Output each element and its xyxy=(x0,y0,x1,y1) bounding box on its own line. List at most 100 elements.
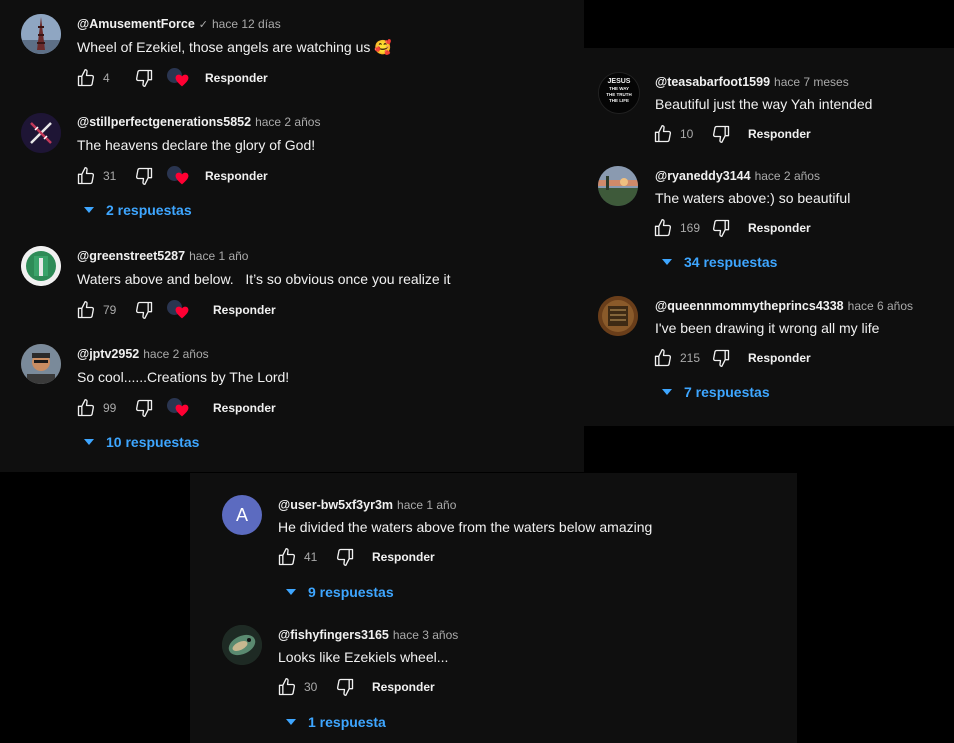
comment-actions: 31 Responder xyxy=(75,164,268,188)
timestamp[interactable]: hace 2 años xyxy=(755,169,820,183)
comment-header: @ryaneddy3144 hace 2 años xyxy=(655,168,820,184)
reply-button[interactable]: Responder xyxy=(372,550,435,564)
thumb-down-icon[interactable] xyxy=(710,347,732,369)
avatar[interactable]: A xyxy=(222,495,262,535)
reply-button[interactable]: Responder xyxy=(205,71,268,85)
comment-actions: 79 Responder xyxy=(75,298,276,322)
comment-thread: @queennmommytheprincs4338 hace 6 años I'v… xyxy=(584,285,954,426)
comment-thread: @stillperfectgenerations5852 hace 2 años … xyxy=(0,100,584,230)
thumb-up-icon[interactable] xyxy=(652,347,674,369)
view-replies-button[interactable]: 2 respuestas xyxy=(84,202,192,218)
comment-actions: 99 Responder xyxy=(75,396,276,420)
view-replies-button[interactable]: 34 respuestas xyxy=(662,254,777,270)
timestamp[interactable]: hace 1 año xyxy=(189,249,248,263)
timestamp[interactable]: hace 6 años xyxy=(848,299,913,313)
replies-label: 9 respuestas xyxy=(308,584,394,600)
timestamp[interactable]: hace 2 años xyxy=(143,347,208,361)
author-handle[interactable]: @stillperfectgenerations5852 xyxy=(77,115,251,129)
comment-header: @fishyfingers3165 hace 3 años xyxy=(278,627,458,643)
comment-header: @teasabarfoot1599 hace 7 meses xyxy=(655,74,849,90)
thumb-up-icon[interactable] xyxy=(276,546,298,568)
thumb-up-icon[interactable] xyxy=(276,676,298,698)
avatar[interactable] xyxy=(21,246,61,286)
avatar-sunset-landscape-image xyxy=(598,166,638,206)
thumb-down-icon[interactable] xyxy=(710,123,732,145)
author-handle[interactable]: @greenstreet5287 xyxy=(77,249,185,263)
reply-button[interactable]: Responder xyxy=(213,401,276,415)
avatar[interactable]: JESUS THE WAY THE TRUTH THE LIFE xyxy=(598,72,640,114)
reply-button[interactable]: Responder xyxy=(748,351,811,365)
triangle-down-icon xyxy=(662,259,672,265)
avatar-person-image xyxy=(21,344,61,384)
comment-actions: 30 Responder xyxy=(276,675,435,699)
thumb-up-icon[interactable] xyxy=(652,217,674,239)
comment-header: @jptv2952 hace 2 años xyxy=(77,346,209,362)
like-count: 41 xyxy=(304,550,318,564)
author-handle[interactable]: @fishyfingers3165 xyxy=(278,628,389,642)
comments-panel-right: JESUS THE WAY THE TRUTH THE LIFE @teasab… xyxy=(584,48,954,426)
replies-label: 2 respuestas xyxy=(106,202,192,218)
comment-header: @queennmommytheprincs4338 hace 6 años xyxy=(655,298,913,314)
avatar[interactable] xyxy=(222,625,262,665)
triangle-down-icon xyxy=(662,389,672,395)
view-replies-button[interactable]: 1 respuesta xyxy=(286,714,386,730)
avatar[interactable] xyxy=(21,113,61,153)
view-replies-button[interactable]: 10 respuestas xyxy=(84,434,199,450)
author-handle[interactable]: @user-bw5xf3yr3m xyxy=(278,498,393,512)
creator-heart-icon xyxy=(167,299,191,321)
author-handle[interactable]: @ryaneddy3144 xyxy=(655,169,751,183)
comment-actions: 41 Responder xyxy=(276,545,435,569)
replies-label: 7 respuestas xyxy=(684,384,770,400)
thumb-up-icon[interactable] xyxy=(652,123,674,145)
thumb-down-icon[interactable] xyxy=(334,676,356,698)
thumb-down-icon[interactable] xyxy=(133,165,155,187)
reply-button[interactable]: Responder xyxy=(748,221,811,235)
avatar-text-line: THE LIFE xyxy=(609,98,629,103)
view-replies-button[interactable]: 9 respuestas xyxy=(286,584,394,600)
reply-button[interactable]: Responder xyxy=(372,680,435,694)
comment-header: @stillperfectgenerations5852 hace 2 años xyxy=(77,114,320,130)
timestamp[interactable]: hace 1 año xyxy=(397,498,456,512)
comment-text: He divided the waters above from the wat… xyxy=(278,519,653,535)
thumb-down-icon[interactable] xyxy=(133,397,155,419)
comment-text: I've been drawing it wrong all my life xyxy=(655,320,880,336)
view-replies-button[interactable]: 7 respuestas xyxy=(662,384,770,400)
avatar[interactable] xyxy=(21,14,61,54)
triangle-down-icon xyxy=(84,207,94,213)
thumb-down-icon[interactable] xyxy=(133,299,155,321)
comment-text: Wheel of Ezekiel, those angels are watch… xyxy=(77,39,392,55)
reply-button[interactable]: Responder xyxy=(205,169,268,183)
creator-heart-icon xyxy=(167,67,191,89)
like-count: 169 xyxy=(680,221,701,235)
comment-header: @user-bw5xf3yr3m hace 1 año xyxy=(278,497,456,513)
author-handle[interactable]: @queennmommytheprincs4338 xyxy=(655,299,844,313)
avatar[interactable] xyxy=(598,296,638,336)
author-handle[interactable]: @teasabarfoot1599 xyxy=(655,75,770,89)
thumb-up-icon[interactable] xyxy=(75,165,97,187)
timestamp[interactable]: hace 12 días xyxy=(212,17,281,31)
reply-button[interactable]: Responder xyxy=(748,127,811,141)
thumb-down-icon[interactable] xyxy=(133,67,155,89)
thumb-up-icon[interactable] xyxy=(75,67,97,89)
thumb-up-icon[interactable] xyxy=(75,397,97,419)
timestamp[interactable]: hace 3 años xyxy=(393,628,458,642)
comment-thread: @ryaneddy3144 hace 2 años The waters abov… xyxy=(584,155,954,285)
thumb-down-icon[interactable] xyxy=(334,546,356,568)
comment-thread: @fishyfingers3165 hace 3 años Looks like … xyxy=(190,603,797,743)
avatar[interactable] xyxy=(21,344,61,384)
like-count: 99 xyxy=(103,401,117,415)
thumb-up-icon[interactable] xyxy=(75,299,97,321)
reply-button[interactable]: Responder xyxy=(213,303,276,317)
timestamp[interactable]: hace 7 meses xyxy=(774,75,849,89)
like-count: 31 xyxy=(103,169,117,183)
avatar-text-line: THE TRUTH xyxy=(606,92,632,97)
like-count: 4 xyxy=(103,71,110,85)
author-handle[interactable]: @jptv2952 xyxy=(77,347,139,361)
comments-panel-left: @AmusementForce ✓ hace 12 días Wheel of Ez… xyxy=(0,0,584,472)
like-count: 79 xyxy=(103,303,117,317)
thumb-down-icon[interactable] xyxy=(710,217,732,239)
author-handle[interactable]: @AmusementForce xyxy=(77,17,195,31)
timestamp[interactable]: hace 2 años xyxy=(255,115,320,129)
avatar[interactable] xyxy=(598,166,638,206)
creator-heart-icon xyxy=(167,165,191,187)
